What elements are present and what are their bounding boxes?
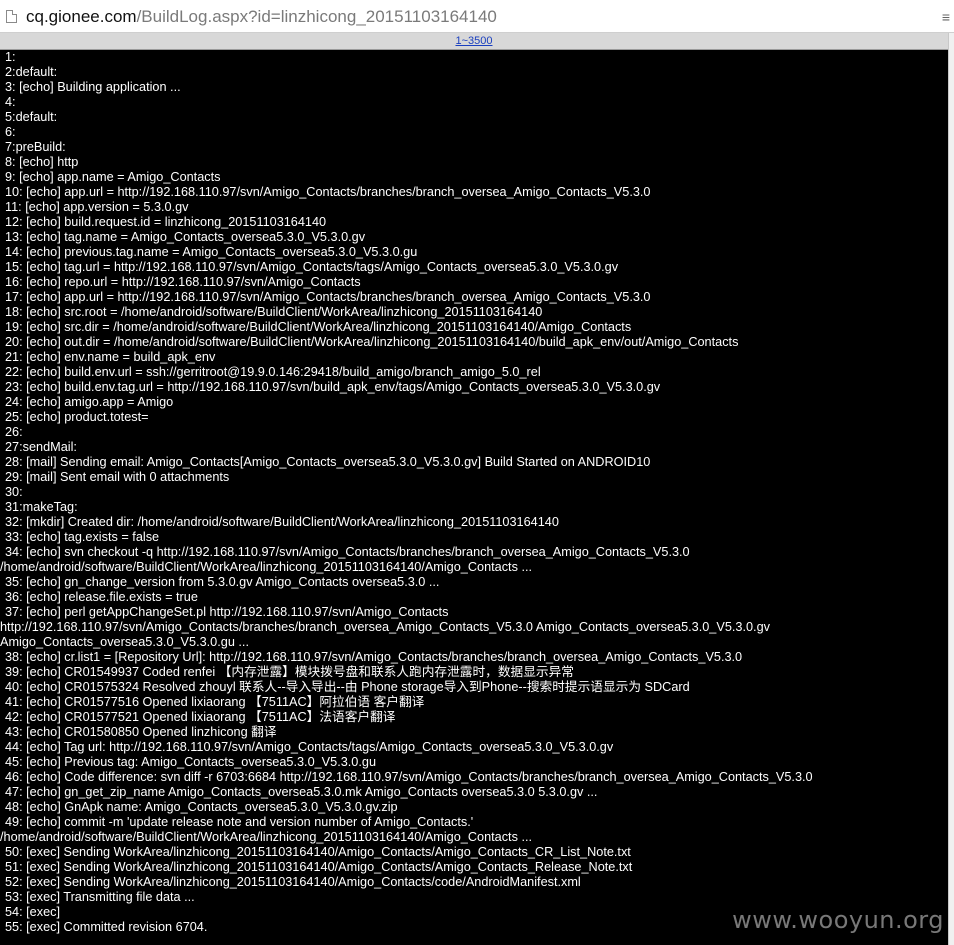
url-path: /BuildLog.aspx?id=linzhicong_20151103164… — [136, 7, 497, 26]
log-line: 31:makeTag: — [5, 500, 78, 514]
log-line: 32: [mkdir] Created dir: /home/android/s… — [5, 515, 559, 529]
log-line: 5:default: — [5, 110, 58, 124]
log-line: 13: [echo] tag.name = Amigo_Contacts_ove… — [5, 230, 366, 244]
log-line: 34: [echo] svn checkout -q http://192.16… — [5, 545, 690, 559]
log-line: 10: [echo] app.url = http://192.168.110.… — [5, 185, 651, 199]
log-line: 8: [echo] http — [5, 155, 79, 169]
log-line: 46: [echo] Code difference: svn diff -r … — [5, 770, 813, 784]
pager-bar: 1~3500 — [0, 33, 948, 50]
build-log: 1: 2:default: 3: [echo] Building applicati… — [0, 50, 948, 945]
log-line: 29: [mail] Sent email with 0 attachments — [5, 470, 230, 484]
watermark: www.wooyun.org — [732, 906, 944, 934]
log-line: 50: [exec] Sending WorkArea/linzhicong_2… — [5, 845, 631, 859]
log-line: 44: [echo] Tag url: http://192.168.110.9… — [5, 740, 614, 754]
log-line: 39: [echo] CR01549937 Coded renfei 【内存泄露… — [5, 665, 574, 679]
log-line: Amigo_Contacts_oversea5.3.0_V5.3.0.gu ..… — [0, 635, 249, 649]
log-line: 12: [echo] build.request.id = linzhicong… — [5, 215, 327, 229]
log-line: 21: [echo] env.name = build_apk_env — [5, 350, 216, 364]
log-line: 3: [echo] Building application ... — [5, 80, 181, 94]
log-line: /home/android/software/BuildClient/WorkA… — [0, 830, 533, 844]
log-line: 52: [exec] Sending WorkArea/linzhicong_2… — [5, 875, 581, 889]
log-line: 14: [echo] previous.tag.name = Amigo_Con… — [5, 245, 418, 259]
log-line: 38: [echo] cr.list1 = [Repository Url]: … — [5, 650, 743, 664]
log-line: 53: [exec] Transmitting file data ... — [5, 890, 195, 904]
log-line: 11: [echo] app.version = 5.3.0.gv — [5, 200, 189, 214]
log-line: /home/android/software/BuildClient/WorkA… — [0, 560, 533, 574]
log-line: 20: [echo] out.dir = /home/android/softw… — [5, 335, 739, 349]
log-line: 27:sendMail: — [5, 440, 77, 454]
log-line: 35: [echo] gn_change_version from 5.3.0.… — [5, 575, 440, 589]
log-line: 25: [echo] product.totest= — [5, 410, 149, 424]
log-line: 23: [echo] build.env.tag.url = http://19… — [5, 380, 661, 394]
log-line: 36: [echo] release.file.exists = true — [5, 590, 198, 604]
log-line: 40: [echo] CR01575324 Resolved zhouyl 联系… — [5, 680, 690, 694]
page-range-link[interactable]: 1~3500 — [455, 35, 492, 47]
log-line: 33: [echo] tag.exists = false — [5, 530, 160, 544]
log-line: 47: [echo] gn_get_zip_name Amigo_Contact… — [5, 785, 598, 799]
log-line: 6: — [5, 125, 16, 139]
log-line: 45: [echo] Previous tag: Amigo_Contacts_… — [5, 755, 376, 769]
log-line: 15: [echo] tag.url = http://192.168.110.… — [5, 260, 619, 274]
log-line: 43: [echo] CR01580850 Opened linzhicong … — [5, 725, 277, 739]
log-line: 17: [echo] app.url = http://192.168.110.… — [5, 290, 651, 304]
log-line: 22: [echo] build.env.url = ssh://gerritr… — [5, 365, 541, 379]
log-line: 37: [echo] perl getAppChangeSet.pl http:… — [5, 605, 449, 619]
log-line: 24: [echo] amigo.app = Amigo — [5, 395, 174, 409]
log-line: 30: — [5, 485, 23, 499]
log-line: 9: [echo] app.name = Amigo_Contacts — [5, 170, 221, 184]
browser-address-bar: cq.gionee.com/BuildLog.aspx?id=linzhicon… — [0, 0, 954, 33]
log-line: 51: [exec] Sending WorkArea/linzhicong_2… — [5, 860, 633, 874]
log-line: 49: [echo] commit -m 'update release not… — [5, 815, 474, 829]
log-line: 18: [echo] src.root = /home/android/soft… — [5, 305, 543, 319]
log-line: 41: [echo] CR01577516 Opened lixiaorang … — [5, 695, 425, 709]
menu-icon[interactable]: ≡ — [942, 9, 950, 25]
log-line: 16: [echo] repo.url = http://192.168.110… — [5, 275, 361, 289]
log-line: http://192.168.110.97/svn/Amigo_Contacts… — [0, 620, 770, 634]
log-line: 2:default: — [5, 65, 58, 79]
scrollbar[interactable] — [948, 33, 954, 945]
log-line: 28: [mail] Sending email: Amigo_Contacts… — [5, 455, 651, 469]
log-line: 19: [echo] src.dir = /home/android/softw… — [5, 320, 632, 334]
log-line: 48: [echo] GnApk name: Amigo_Contacts_ov… — [5, 800, 398, 814]
url-field[interactable]: cq.gionee.com/BuildLog.aspx?id=linzhicon… — [26, 7, 497, 27]
log-line: 26: — [5, 425, 23, 439]
log-line: 7:preBuild: — [5, 140, 66, 154]
log-line: 4: — [5, 95, 16, 109]
url-host: cq.gionee.com — [26, 7, 137, 26]
page-icon — [6, 10, 17, 23]
log-line: 1: — [5, 50, 16, 64]
log-line: 42: [echo] CR01577521 Opened lixiaorang … — [5, 710, 396, 724]
